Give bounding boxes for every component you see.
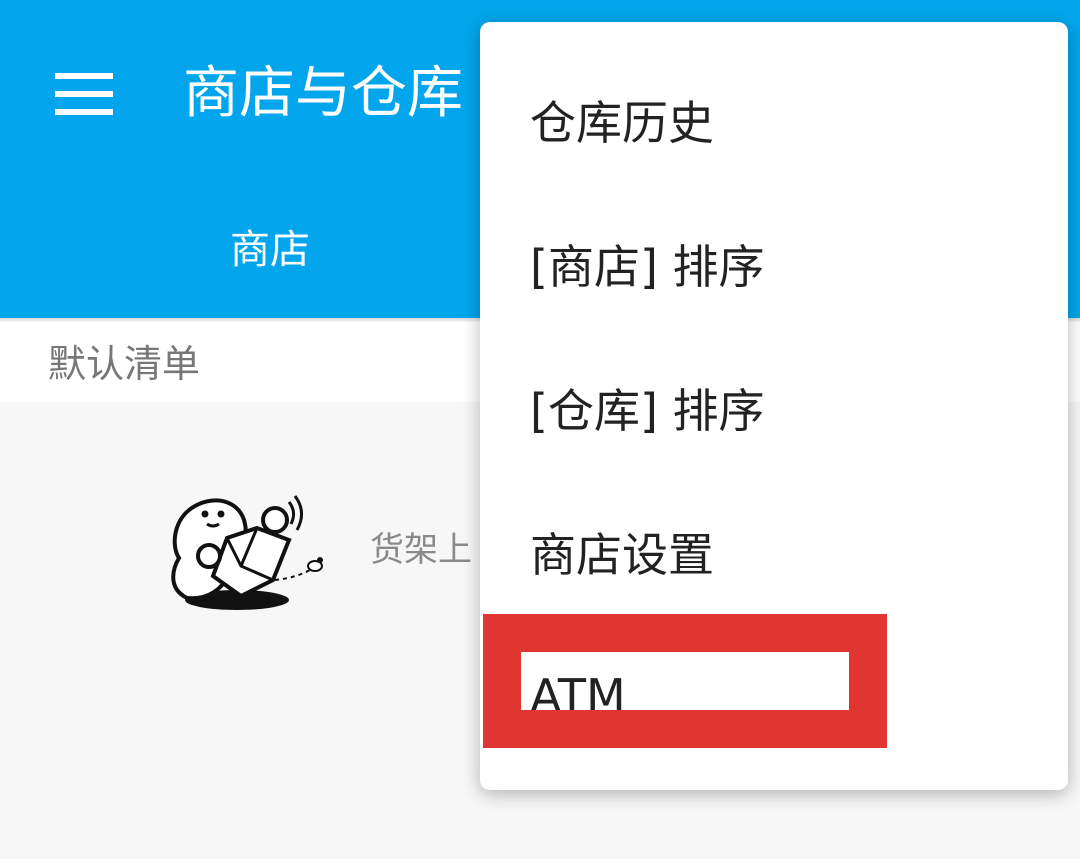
menu-item-label: [商店] 排序 [530,240,765,294]
ghost-with-box-illustration [165,488,330,613]
menu-item-atm[interactable]: ATM [480,624,1068,768]
menu-item-label: 商店设置 [530,528,714,582]
menu-item-label: 仓库历史 [530,96,714,150]
menu-item-shop-settings[interactable]: 商店设置 [480,480,1068,624]
menu-item-shop-sort[interactable]: [商店] 排序 [480,192,1068,336]
empty-state-text: 货架上 [370,530,472,570]
menu-item-warehouse-sort[interactable]: [仓库] 排序 [480,336,1068,480]
menu-item-label: [仓库] 排序 [530,384,765,438]
page-title: 商店与仓库 [183,61,463,126]
menu-item-warehouse-history[interactable]: 仓库历史 [480,48,1068,192]
hamburger-menu-icon[interactable] [55,73,113,115]
tab-shop[interactable]: 商店 [175,218,365,282]
app-screen: 商店与仓库 商店 默认清单 货架上 仓库历史 [商店] 排序 [仓库] 排序 商… [0,0,1080,859]
list-name: 默认清单 [48,342,201,386]
menu-item-label: ATM [530,669,626,723]
overflow-menu: 仓库历史 [商店] 排序 [仓库] 排序 商店设置 ATM [480,22,1068,790]
